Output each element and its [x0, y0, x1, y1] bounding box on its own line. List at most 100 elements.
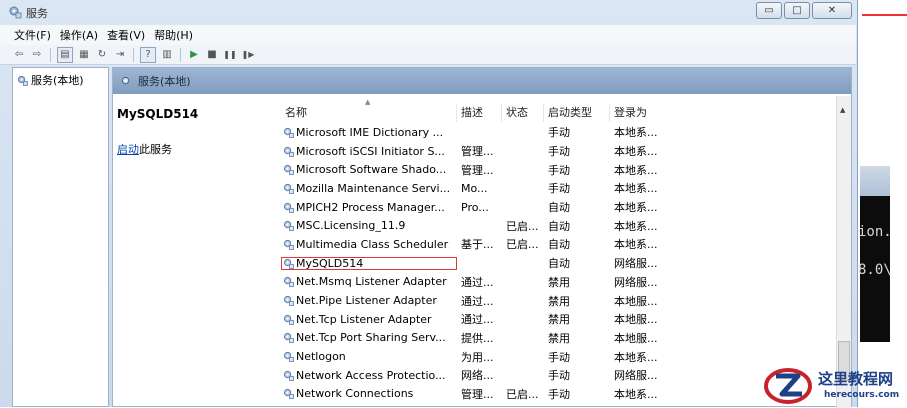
help-icon[interactable]: ?	[140, 46, 156, 63]
service-name-cell[interactable]: Microsoft iSCSI Initiator S...	[281, 145, 457, 158]
properties-icon[interactable]: ▦	[77, 48, 91, 62]
panel-header: 服务(本地)	[113, 68, 851, 94]
service-name: Network Access Protectio...	[296, 368, 446, 382]
service-description: 管理...	[461, 163, 494, 177]
service-name: Net.Tcp Port Sharing Serv...	[296, 331, 446, 345]
menu-action[interactable]: 操作(A)	[60, 27, 98, 43]
service-name-cell[interactable]: MSC.Licensing_11.9	[281, 219, 457, 232]
table-row[interactable]: Microsoft IME Dictionary ... 手动 本地系...	[281, 123, 836, 142]
service-startup-type: 手动	[548, 182, 570, 196]
sort-ascending-icon: ▲	[365, 98, 371, 106]
service-description: 基于...	[461, 238, 494, 252]
menu-file[interactable]: 文件(F)	[14, 27, 51, 43]
view-icon[interactable]: ▥	[160, 48, 174, 62]
menu-help[interactable]: 帮助(H)	[154, 27, 193, 43]
table-row[interactable]: Net.Tcp Listener Adapter 通过... 禁用 本地服...	[281, 310, 836, 329]
service-name: Microsoft Software Shado...	[296, 163, 447, 177]
service-startup-type: 手动	[548, 163, 570, 177]
details-panel: 服务(本地) MySQLD514 启动此服务 ▲ 名称 描述 状态 启动类型 登…	[112, 67, 852, 408]
column-header-startup-type[interactable]: 启动类型	[544, 104, 610, 122]
service-name-cell[interactable]: Net.Tcp Port Sharing Serv...	[281, 331, 457, 344]
service-gear-icon	[283, 333, 294, 344]
service-name-cell[interactable]: Multimedia Class Scheduler	[281, 238, 457, 251]
maximize-button[interactable]: □	[784, 2, 810, 19]
table-row[interactable]: Microsoft iSCSI Initiator S... 管理... 手动 本地系…	[281, 142, 836, 161]
table-row[interactable]: Multimedia Class Scheduler 基于... 已启... 自动 本地…	[281, 235, 836, 254]
services-gear-icon	[17, 75, 28, 86]
service-startup-type: 禁用	[548, 275, 570, 289]
column-header-status[interactable]: 状态	[502, 104, 544, 122]
service-name-cell[interactable]: Microsoft IME Dictionary ...	[281, 126, 457, 139]
service-startup-type: 禁用	[548, 294, 570, 308]
service-name-cell[interactable]: Microsoft Software Shado...	[281, 163, 457, 176]
service-name-cell[interactable]: Net.Tcp Listener Adapter	[281, 313, 457, 326]
table-row[interactable]: Microsoft Software Shado... 管理... 手动 本地系...	[281, 160, 836, 179]
watermark-text: 这里教程网	[818, 370, 894, 388]
service-status: 已启...	[506, 238, 539, 252]
service-name-cell[interactable]: Net.Pipe Listener Adapter	[281, 294, 457, 307]
pause-icon[interactable]: ❚❚	[223, 48, 237, 62]
column-header-description[interactable]: 描述	[457, 104, 502, 122]
table-row[interactable]: Net.Msmq Listener Adapter 通过... 禁用 网络服...	[281, 273, 836, 292]
service-name-cell[interactable]: Network Connections	[281, 387, 457, 400]
table-row[interactable]: Netlogon 为用... 手动 本地系...	[281, 347, 836, 366]
service-name: MySQLD514	[296, 256, 364, 270]
table-row[interactable]: Net.Pipe Listener Adapter 通过... 禁用 本地服...	[281, 291, 836, 310]
service-name: Net.Pipe Listener Adapter	[296, 294, 437, 308]
title-bar[interactable]: 服务 ▭ □ ✕	[0, 0, 858, 24]
forward-arrow-icon[interactable]: ⇨	[30, 48, 44, 62]
toolbar-separator	[180, 47, 181, 62]
service-name: Network Connections	[296, 387, 414, 401]
service-name-cell[interactable]: Net.Msmq Listener Adapter	[281, 275, 457, 288]
table-row[interactable]: Mozilla Maintenance Servi... Mo... 手动 本地系..…	[281, 179, 836, 198]
service-gear-icon	[283, 239, 294, 250]
table-row[interactable]: MSC.Licensing_11.9 已启... 自动 本地系...	[281, 216, 836, 235]
table-row[interactable]: MPICH2 Process Manager... Pro... 自动 本地系...	[281, 198, 836, 217]
service-gear-icon	[283, 352, 294, 363]
service-startup-type: 禁用	[548, 331, 570, 345]
service-startup-type: 手动	[548, 350, 570, 364]
console-titlebar	[860, 166, 890, 196]
back-arrow-icon[interactable]: ⇦	[12, 48, 26, 62]
menu-bar: 文件(F) 操作(A) 查看(V) 帮助(H)	[0, 25, 856, 45]
service-name-cell[interactable]: MySQLD514	[281, 256, 457, 270]
column-header-name[interactable]: ▲ 名称	[281, 98, 457, 122]
service-startup-type: 手动	[548, 369, 570, 383]
window-controls: ▭ □ ✕	[756, 2, 852, 19]
console-text-line: ion.	[858, 224, 892, 240]
watermark-logo-icon	[764, 368, 812, 404]
start-service-link[interactable]: 启动	[117, 143, 139, 156]
play-icon[interactable]: ▶	[187, 48, 201, 62]
minimize-button[interactable]: ▭	[756, 2, 782, 19]
table-row[interactable]: MySQLD514 自动 网络服...	[281, 254, 836, 273]
service-name-cell[interactable]: Network Access Protectio...	[281, 369, 457, 382]
console-tree-icon[interactable]: ▤	[57, 46, 73, 63]
service-logon-as: 本地系...	[614, 387, 658, 401]
restart-icon[interactable]: ❚▶	[241, 48, 255, 62]
service-gear-icon	[283, 202, 294, 213]
service-description: 管理...	[461, 145, 494, 159]
toolbar-separator	[50, 47, 51, 62]
service-name-cell[interactable]: Netlogon	[281, 350, 457, 363]
scroll-up-icon[interactable]: ▲	[840, 106, 845, 114]
service-gear-icon	[283, 221, 294, 232]
service-name: Netlogon	[296, 350, 346, 364]
table-row[interactable]: Net.Tcp Port Sharing Serv... 提供... 禁用 本地服..…	[281, 329, 836, 348]
export-icon[interactable]: ⇥	[113, 48, 127, 62]
column-header-logon-as[interactable]: 登录为	[610, 104, 670, 122]
service-description: 网络...	[461, 369, 494, 383]
service-description: 提供...	[461, 331, 494, 345]
close-button[interactable]: ✕	[812, 2, 852, 19]
service-name-cell[interactable]: Mozilla Maintenance Servi...	[281, 182, 457, 195]
table-row[interactable]: Network Connections 管理... 已启... 手动 本地系...	[281, 385, 836, 404]
service-startup-type: 自动	[548, 257, 570, 271]
table-row[interactable]: Network Access Protectio... 网络... 手动 网络服...	[281, 366, 836, 385]
tree-item-services-local[interactable]: 服务(本地)	[17, 72, 84, 88]
window-title: 服务	[26, 7, 48, 20]
services-window: 服务 ▭ □ ✕ 文件(F) 操作(A) 查看(V) 帮助(H) ⇦ ⇨ ▤ ▦…	[0, 0, 858, 408]
stop-icon[interactable]: ■	[205, 48, 219, 62]
menu-view[interactable]: 查看(V)	[107, 27, 145, 43]
refresh-icon[interactable]: ↻	[95, 48, 109, 62]
service-logon-as: 本地服...	[614, 331, 658, 345]
service-name-cell[interactable]: MPICH2 Process Manager...	[281, 201, 457, 214]
